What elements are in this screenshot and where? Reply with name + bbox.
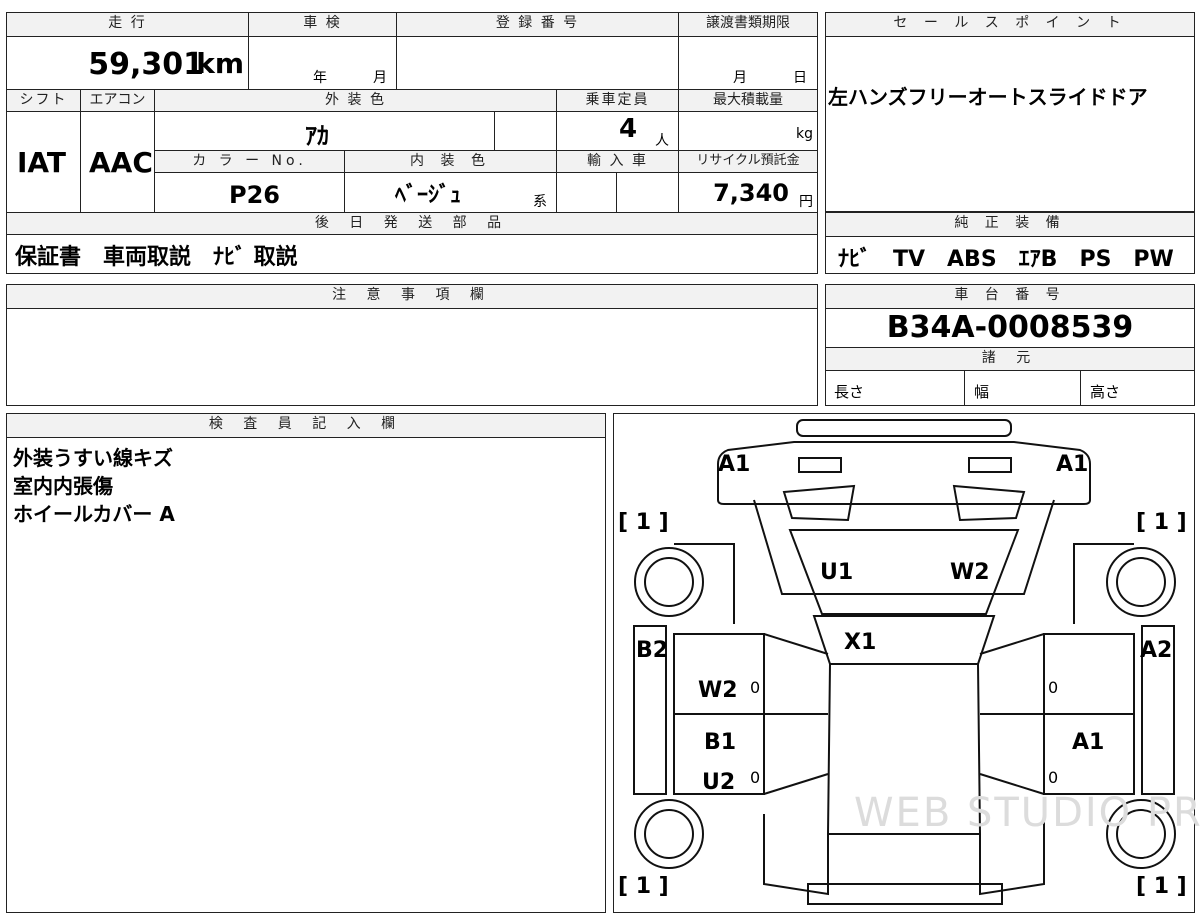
inspector-label: 検 査 員 記 入 欄 [7,414,605,438]
mark-roof-left: U1 [820,560,854,585]
shift-value: IAT [17,146,67,179]
aircon-cell: AAC [81,112,155,212]
exterior-color-extra-cell [495,112,557,150]
car-diagram: A1 A1 U1 W2 X1 B2 A2 W2 B1 U2 A1 [ 1 ] [… [613,413,1200,913]
mark-left-front-door: W2 [698,678,738,703]
zero-mark-2: 0 [1048,678,1059,697]
mark-hood: X1 [844,630,877,655]
shift-label: シフト [7,90,81,112]
notes-box: 注 意 事 項 欄 [6,284,818,406]
inspector-line-2: 室内内張傷 [13,474,113,498]
max-load-unit: kg [796,126,813,142]
chassis-value: B34A-0008539 [886,310,1134,345]
exterior-color-label: 外 装 色 [155,90,557,112]
capacity-value: 4 [619,114,638,144]
transfer-deadline-cell: 月 日 [679,37,817,89]
color-no-cell: P26 [155,173,345,212]
color-no-value: P26 [229,181,280,209]
equipment-label: 純 正 装 備 [826,213,1194,237]
inspection-month: 月 [373,70,387,86]
exterior-color-cell: ｱｶ [155,112,495,150]
watermark: WEB STUDIO PRO [854,790,1200,836]
inspection-label: 車 検 [249,13,397,37]
capacity-cell: 4 人 [557,112,679,150]
length-label: 長さ [834,383,865,401]
tire-front-right: [ 1 ] [1136,510,1187,535]
interior-color-label: 内 装 色 [345,151,557,173]
recycle-label: リサイクル預託金 [679,151,817,173]
chassis-box: 車 台 番 号 B34A-0008539 諸 元 長さ 幅 高さ [825,284,1195,406]
import-label: 輸 入 車 [557,151,679,173]
exterior-color-value: ｱｶ [305,122,329,150]
tire-rear-left: [ 1 ] [618,874,669,899]
transfer-month: 月 [733,70,747,86]
inspector-box: 検 査 員 記 入 欄 外装うすい線キズ 室内内張傷 ホイールカバー A [6,413,606,913]
recycle-cell: 7,340 円 [679,173,817,212]
mileage-unit: km [196,47,244,80]
import-cell-1 [557,173,617,212]
recycle-value: 7,340 [713,179,789,207]
interior-color-cell: ﾍﾞｰｼﾞｭ 系 [345,173,557,212]
car-outline [633,419,1176,905]
notes-label: 注 意 事 項 欄 [7,285,817,309]
later-parts-value: 保証書 車両取説 ﾅﾋﾞ 取説 [15,245,298,270]
shift-cell: IAT [7,112,81,212]
mark-front-left: A1 [718,452,751,477]
mark-roof-right: W2 [950,560,990,585]
specs-label: 諸 元 [826,347,1194,371]
import-cell-2 [617,173,679,212]
max-load-label: 最大積載量 [679,90,817,112]
aircon-value: AAC [89,146,153,179]
sale-points-label: セ ー ル ス ポ イ ン ト [826,13,1194,37]
zero-mark-1: 0 [750,678,761,697]
inspector-line-3: ホイールカバー A [13,502,175,526]
aircon-label: エアコン [81,90,155,112]
registration-label: 登 録 番 号 [397,13,679,37]
vehicle-info-table: 走 行 車 検 登 録 番 号 譲渡書類期限 59,301 km 年 月 月 日… [6,12,818,274]
mileage-cell: 59,301 km [7,37,249,89]
height-label: 高さ [1090,383,1121,401]
interior-color-suffix: 系 [533,194,547,210]
recycle-unit: 円 [799,194,813,210]
tire-front-left: [ 1 ] [618,510,669,535]
transfer-deadline-label: 譲渡書類期限 [679,13,817,37]
width-label: 幅 [974,383,990,401]
equipment-box: 純 正 装 備 ﾅﾋﾞ TV ABS ｴｱB PS PW [825,212,1195,274]
mark-right-side: A2 [1140,638,1173,663]
chassis-label: 車 台 番 号 [826,285,1194,309]
transfer-day: 日 [793,70,807,86]
inspector-line-1: 外装うすい線キズ [13,446,173,470]
max-load-cell: kg [679,112,817,150]
mark-left-rear-door-2: U2 [702,770,736,795]
mileage-label: 走 行 [7,13,249,37]
inspection-cell: 年 月 [249,37,397,89]
tire-rear-right: [ 1 ] [1136,874,1187,899]
sale-points-value: 左ハンズフリーオートスライドドア [828,85,1148,109]
sale-points-box: セ ー ル ス ポ イ ン ト 左ハンズフリーオートスライドドア [825,12,1195,212]
zero-mark-4: 0 [1048,768,1059,787]
zero-mark-3: 0 [750,768,761,787]
capacity-label: 乗車定員 [557,90,679,112]
capacity-unit: 人 [655,133,669,149]
later-parts-label: 後 日 発 送 部 品 [7,213,817,235]
mark-front-right: A1 [1056,452,1089,477]
color-no-label: カ ラ ー No. [155,151,345,173]
inspection-year: 年 [313,70,327,86]
mileage-value: 59,301 [88,47,204,82]
mark-left-side: B2 [636,638,669,663]
equipment-value: ﾅﾋﾞ TV ABS ｴｱB PS PW [838,247,1174,272]
mark-right-rear-door: A1 [1072,730,1105,755]
interior-color-value: ﾍﾞｰｼﾞｭ [395,183,462,208]
registration-cell [397,37,679,89]
mark-left-rear-door-1: B1 [704,730,737,755]
